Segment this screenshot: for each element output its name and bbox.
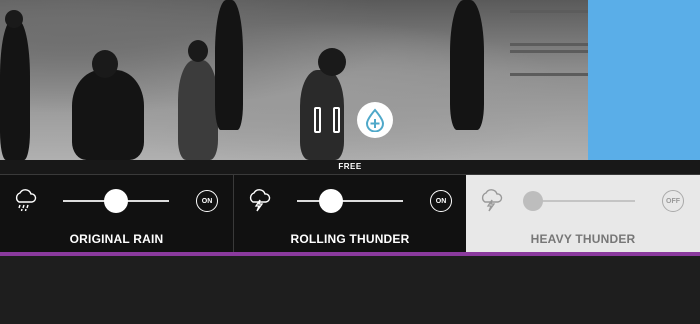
sound-card-heavy-thunder: OFF HEAVY THUNDER: [466, 174, 700, 252]
photo-figure-head: [5, 10, 23, 28]
volume-slider[interactable]: [523, 191, 635, 211]
sound-title: ROLLING THUNDER: [290, 232, 410, 246]
free-label: FREE: [0, 160, 700, 174]
background-photo: [0, 0, 588, 160]
pause-button[interactable]: [314, 107, 340, 135]
photo-figure: [72, 70, 144, 160]
photo-figure: [0, 20, 30, 160]
thunder-cloud-icon: [249, 189, 271, 212]
on-toggle[interactable]: ON: [196, 190, 218, 212]
photo-figure-head: [318, 48, 346, 76]
volume-slider-knob[interactable]: [523, 191, 543, 211]
volume-slider[interactable]: [297, 189, 403, 213]
photo-figure: [450, 0, 484, 130]
photo-bench: [510, 10, 588, 46]
rain-cloud-icon: [15, 189, 37, 212]
off-toggle[interactable]: OFF: [662, 190, 684, 212]
photo-figure-head: [92, 50, 118, 78]
photo-figure: [178, 60, 218, 160]
pause-icon: [314, 107, 321, 133]
sound-card-original-rain: ON ORIGINAL RAIN: [0, 174, 233, 252]
thunder-cloud-icon: [481, 189, 503, 212]
rain-drop-plus-icon: [365, 108, 385, 132]
sound-title: HEAVY THUNDER: [530, 232, 636, 246]
photo-bench: [510, 50, 588, 76]
photo-figure-head: [188, 40, 208, 62]
on-toggle[interactable]: ON: [430, 190, 452, 212]
sound-title: ORIGINAL RAIN: [69, 232, 164, 246]
bottom-area: [0, 256, 700, 324]
sound-cards: ON ORIGINAL RAIN ON ROLLING THUNDER OFF …: [0, 174, 700, 252]
photo-figure: [215, 0, 243, 130]
blue-side-panel: [588, 0, 700, 160]
sound-card-rolling-thunder: ON ROLLING THUNDER: [233, 174, 466, 252]
add-drop-button[interactable]: [357, 102, 393, 138]
volume-slider-knob[interactable]: [319, 189, 343, 213]
volume-slider[interactable]: [63, 189, 169, 213]
volume-slider-knob[interactable]: [104, 189, 128, 213]
